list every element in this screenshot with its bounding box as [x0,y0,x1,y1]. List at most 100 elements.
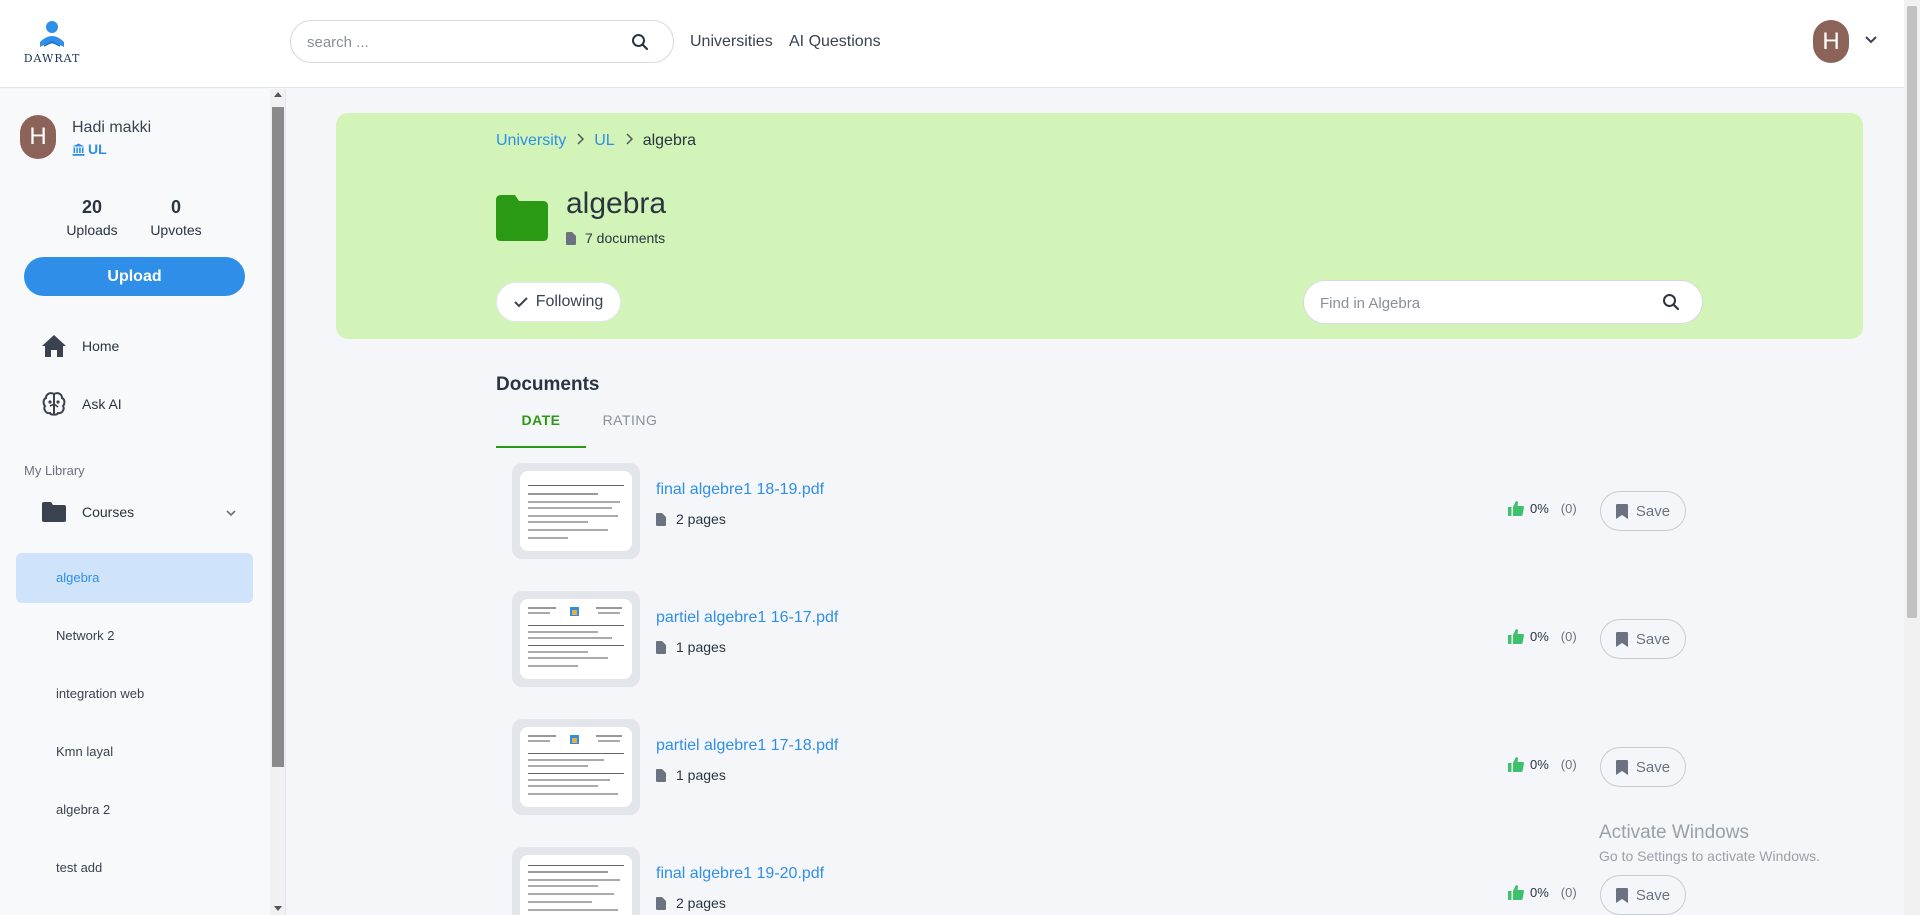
document-row: partiel algebre1 16-17.pdf 1 pages 0% (0… [512,591,1688,687]
sidebar-item-home[interactable]: Home [40,331,119,361]
sidebar-scrollbar[interactable] [270,89,286,915]
document-icon [656,512,666,526]
search-icon[interactable] [1662,293,1680,311]
course-item-algebra[interactable]: algebra [16,553,253,603]
document-pages: 2 pages [656,895,726,911]
bookmark-icon [1615,759,1628,775]
document-rating: 0% (0) [1508,757,1577,772]
user-university-label: UL [88,141,107,157]
document-count: 7 documents [566,230,665,246]
breadcrumb-ul[interactable]: UL [594,132,614,150]
windows-activation-watermark: Activate Windows Go to Settings to activ… [1599,822,1820,864]
my-library-title: My Library [24,463,85,478]
page-title: algebra [566,187,667,220]
save-label: Save [1635,758,1671,776]
document-title-link[interactable]: partiel algebre1 16-17.pdf [656,609,838,627]
bank-icon [72,143,85,156]
thumbs-up-icon[interactable] [1508,501,1524,516]
rating-percent: 0% [1530,629,1549,644]
rating-count: (0) [1560,757,1577,772]
document-rating: 0% (0) [1508,501,1577,516]
folder-icon [496,195,548,241]
course-item-test-add[interactable]: test add [16,843,253,893]
sidebar-scrollbar-thumb[interactable] [272,107,284,767]
search-icon[interactable] [631,33,649,51]
stat-uploads-label: Uploads [66,222,118,238]
global-search-input[interactable] [307,31,607,53]
stat-upvotes-label: Upvotes [150,222,202,238]
thumbs-up-icon[interactable] [1508,757,1524,772]
document-row: partiel algebre1 17-18.pdf 1 pages 0% (0… [512,719,1688,815]
tab-date[interactable]: DATE [496,412,586,448]
document-title-link[interactable]: partiel algebre1 17-18.pdf [656,737,838,755]
document-icon [656,768,666,782]
tab-rating[interactable]: RATING [600,412,660,448]
document-thumbnail[interactable] [512,463,640,559]
document-icon [566,231,576,245]
rating-count: (0) [1560,501,1577,516]
bookmark-icon [1615,631,1628,647]
sidebar-item-ask-ai[interactable]: Ask AI [40,389,122,419]
course-item-integration-web[interactable]: integration web [16,669,253,719]
watermark-subtitle: Go to Settings to activate Windows. [1599,848,1820,864]
course-item-kmn-layal[interactable]: Kmn layal [16,727,253,777]
document-pages-label: 1 pages [676,639,726,655]
document-title-link[interactable]: final algebre1 19-20.pdf [656,865,824,883]
document-title-link[interactable]: final algebre1 18-19.pdf [656,481,824,499]
document-pages: 1 pages [656,767,726,783]
document-thumbnail[interactable] [512,591,640,687]
document-count-label: 7 documents [585,230,666,246]
page-scrollbar-thumb[interactable] [1907,6,1917,618]
logo-icon [40,21,64,47]
save-label: Save [1635,502,1671,520]
document-preview [520,855,632,915]
sidebar-avatar[interactable]: H [20,115,56,159]
rating-percent: 0% [1530,885,1549,900]
chevron-down-icon[interactable] [1863,32,1879,48]
stat-upvotes-value: 0 [170,197,181,217]
course-item-network-2[interactable]: Network 2 [16,611,253,661]
logo-text: DAWRAT [23,52,81,65]
stat-upvotes: 0 Upvotes [148,197,204,238]
document-pages-label: 2 pages [676,895,726,911]
thumbs-up-icon[interactable] [1508,629,1524,644]
stat-uploads-value: 20 [81,197,103,217]
page-scrollbar[interactable] [1904,0,1920,915]
thumbs-up-icon[interactable] [1508,885,1524,900]
breadcrumb: University UL algebra [496,132,696,150]
save-button[interactable]: Save [1600,875,1686,915]
document-thumbnail[interactable] [512,719,640,815]
sidebar-item-home-label: Home [82,338,120,354]
user-name[interactable]: Hadi makki [72,119,151,137]
global-search [290,20,674,63]
document-thumbnail[interactable] [512,847,640,915]
breadcrumb-separator-icon [576,132,585,150]
save-button[interactable]: Save [1600,747,1686,787]
nav-universities[interactable]: Universities [690,33,773,51]
document-pages: 2 pages [656,511,726,527]
course-item-algebra-2[interactable]: algebra 2 [16,785,253,835]
following-button[interactable]: Following [496,282,621,322]
user-university[interactable]: UL [72,141,107,157]
upload-button[interactable]: Upload [24,257,245,296]
rating-count: (0) [1560,885,1577,900]
breadcrumb-university[interactable]: University [496,132,566,150]
logo[interactable]: DAWRAT [22,20,82,68]
save-button[interactable]: Save [1600,491,1686,531]
user-avatar-menu[interactable]: H [1813,20,1849,63]
nav-ai-questions[interactable]: AI Questions [789,33,881,51]
document-icon [656,640,666,654]
document-icon [656,896,666,910]
scroll-down-arrow[interactable] [274,906,282,911]
find-in-course-input[interactable] [1320,292,1640,314]
brain-icon [40,390,68,418]
sidebar-item-ask-ai-label: Ask AI [82,396,122,412]
document-pages-label: 1 pages [676,767,726,783]
scroll-up-arrow[interactable] [274,92,282,97]
rating-count: (0) [1560,629,1577,644]
save-button[interactable]: Save [1600,619,1686,659]
document-rating: 0% (0) [1508,629,1577,644]
courses-toggle[interactable]: Courses [40,497,240,527]
check-icon [513,297,528,308]
breadcrumb-current: algebra [642,132,697,149]
